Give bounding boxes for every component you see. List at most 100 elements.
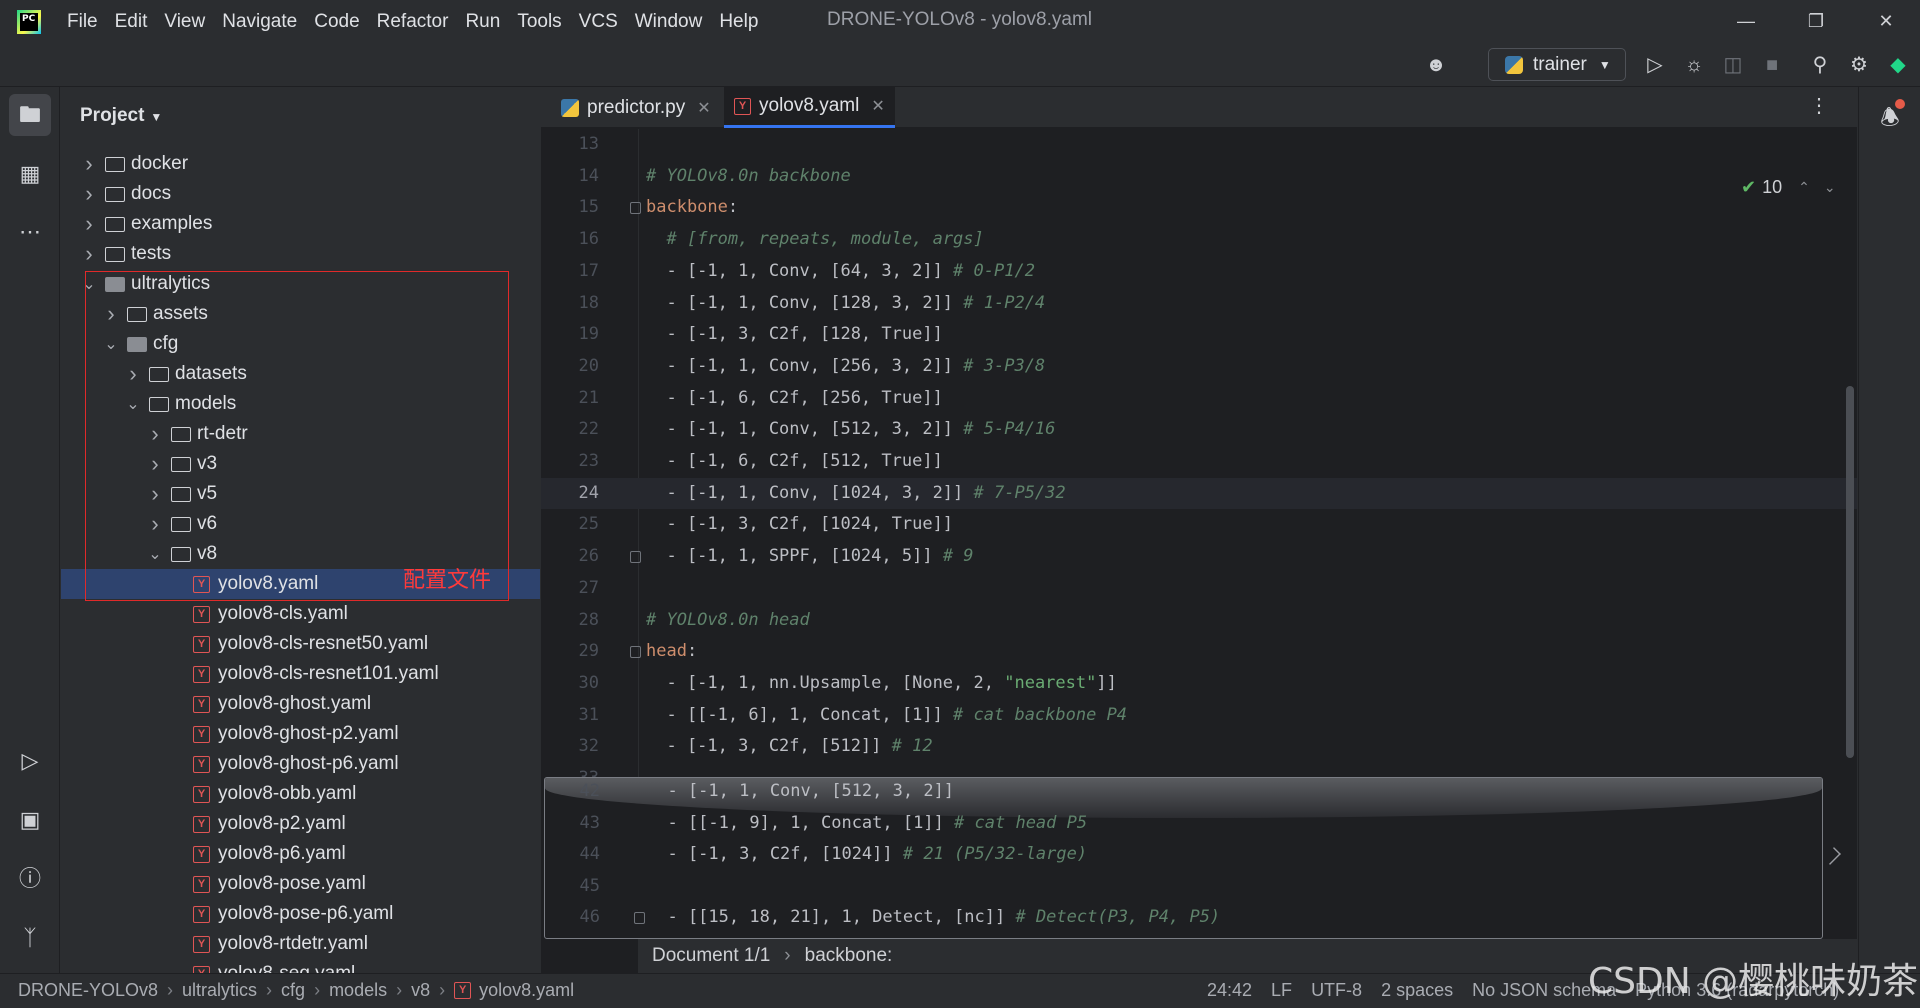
settings-icon[interactable]: ⚙	[1845, 51, 1873, 79]
more-tools-icon[interactable]: ⋯	[9, 211, 51, 253]
more-options-icon[interactable]: ⋮	[1809, 93, 1829, 118]
chevron-right-icon[interactable]: ›	[79, 181, 99, 207]
code-line[interactable]: 31 - [[-1, 6], 1, Concat, [1]] # cat bac…	[541, 700, 1857, 731]
code-line[interactable]: 29 head:	[541, 636, 1857, 667]
code-line[interactable]: 18 - [-1, 1, Conv, [128, 3, 2]] # 1-P2/4	[541, 288, 1857, 319]
status-path-item[interactable]: DRONE-YOLOv8	[18, 980, 158, 1001]
code-line[interactable]: 13	[541, 129, 1857, 160]
close-tab-icon[interactable]: ✕	[697, 98, 710, 118]
menu-help[interactable]: Help	[719, 11, 758, 33]
menu-window[interactable]: Window	[635, 11, 703, 33]
run-config-selector[interactable]: trainer ▼	[1488, 48, 1626, 81]
close-window-icon[interactable]: ✕	[1866, 6, 1906, 36]
inspection-widget[interactable]: ✔ 10 ⌃⌄	[1741, 177, 1850, 198]
tab-predictor[interactable]: predictor.py ✕	[551, 87, 721, 128]
debug-icon[interactable]: ☼	[1680, 51, 1708, 79]
tree-item[interactable]: › tests	[61, 239, 540, 269]
code-line[interactable]: 44 - [-1, 3, C2f, [1024]] # 21 (P5/32-la…	[545, 839, 1822, 870]
tree-item[interactable]: Yyolov8-rtdetr.yaml	[61, 929, 540, 959]
code-line[interactable]: 23 - [-1, 6, C2f, [512, True]]	[541, 446, 1857, 477]
line-separator[interactable]: LF	[1271, 980, 1292, 1001]
fold-marker-icon[interactable]	[634, 912, 645, 924]
restore-icon[interactable]: ❐	[1796, 6, 1836, 36]
fold-marker-icon[interactable]	[630, 551, 641, 564]
code-line[interactable]: 32 - [-1, 3, C2f, [512]] # 12	[541, 731, 1857, 762]
code-line[interactable]: 25 - [-1, 3, C2f, [1024, True]]	[541, 509, 1857, 540]
menu-code[interactable]: Code	[314, 11, 359, 33]
git-icon[interactable]: ᛉ	[9, 917, 51, 959]
menu-file[interactable]: File	[67, 11, 98, 33]
cursor-position[interactable]: 24:42	[1207, 980, 1252, 1001]
fold-marker-icon[interactable]	[630, 202, 641, 215]
navigate-arrows-icon[interactable]: ⌃⌄	[1798, 179, 1849, 196]
code-line[interactable]: 43 - [[-1, 9], 1, Concat, [1]] # cat hea…	[545, 808, 1822, 839]
code-line[interactable]: 42 - [-1, 1, Conv, [512, 3, 2]]	[545, 778, 1822, 807]
structure-icon[interactable]: ▦	[9, 153, 51, 195]
run-icon[interactable]: ▷	[1641, 51, 1669, 79]
breadcrumb-key[interactable]: backbone:	[805, 945, 893, 967]
tree-item[interactable]: Yyolov8-cls-resnet101.yaml	[61, 659, 540, 689]
menu-run[interactable]: Run	[465, 11, 500, 33]
tree-item[interactable]: Yyolov8-ghost-p2.yaml	[61, 719, 540, 749]
chevron-right-icon[interactable]: ›	[79, 211, 99, 237]
file-encoding[interactable]: UTF-8	[1311, 980, 1362, 1001]
coverage-icon[interactable]: ◫	[1719, 51, 1747, 79]
search-icon[interactable]: ⚲	[1806, 51, 1834, 79]
close-tab-icon[interactable]: ✕	[871, 96, 884, 116]
code-line[interactable]: 46 - [[15, 18, 21], 1, Detect, [nc]] # D…	[545, 902, 1822, 933]
tree-item[interactable]: Yyolov8-pose.yaml	[61, 869, 540, 899]
status-path-item[interactable]: models	[329, 980, 387, 1001]
menu-tools[interactable]: Tools	[517, 11, 561, 33]
status-path-item[interactable]: cfg	[281, 980, 305, 1001]
tree-item[interactable]: › docs	[61, 179, 540, 209]
minimize-icon[interactable]: —	[1726, 6, 1766, 36]
stop-icon[interactable]: ■	[1758, 51, 1786, 79]
fold-marker-icon[interactable]	[630, 646, 641, 659]
chevron-right-icon[interactable]: ›	[79, 151, 99, 177]
code-line[interactable]: 14 # YOLOv8.0n backbone	[541, 161, 1857, 192]
code-line[interactable]: 30 - [-1, 1, nn.Upsample, [None, 2, "nea…	[541, 668, 1857, 699]
chevron-right-icon[interactable]: ›	[79, 241, 99, 267]
menu-view[interactable]: View	[164, 11, 205, 33]
tab-yolov8-yaml[interactable]: Y yolov8.yaml ✕	[724, 87, 895, 128]
menu-vcs[interactable]: VCS	[579, 11, 618, 33]
code-line[interactable]: 16 # [from, repeats, module, args]	[541, 224, 1857, 255]
tree-item[interactable]: Yyolov8-cls-resnet50.yaml	[61, 629, 540, 659]
account-icon[interactable]: ☻	[1422, 51, 1450, 79]
status-path-item[interactable]: ultralytics	[182, 980, 257, 1001]
tree-item[interactable]: › docker	[61, 149, 540, 179]
code-line[interactable]: 45	[545, 871, 1822, 902]
menu-refactor[interactable]: Refactor	[377, 11, 449, 33]
code-line[interactable]: 15 backbone:	[541, 192, 1857, 223]
tree-item[interactable]: Yyolov8-seg.yaml	[61, 959, 540, 973]
run-tool-icon[interactable]: ▷	[9, 740, 51, 782]
editor-scrollbar[interactable]	[1846, 386, 1854, 758]
indent-setting[interactable]: 2 spaces	[1381, 980, 1453, 1001]
code-line[interactable]: 24 - [-1, 1, Conv, [1024, 3, 2]] # 7-P5/…	[541, 477, 1857, 509]
breadcrumb-document[interactable]: Document 1/1	[652, 945, 770, 967]
code-line[interactable]: 19 - [-1, 3, C2f, [128, True]]	[541, 319, 1857, 350]
tree-item[interactable]: Yyolov8-p6.yaml	[61, 839, 540, 869]
project-folder-icon[interactable]: 🖿	[9, 94, 51, 136]
tree-item[interactable]: Yyolov8-ghost.yaml	[61, 689, 540, 719]
tree-item[interactable]: Yyolov8-cls.yaml	[61, 599, 540, 629]
problems-icon[interactable]: ⓘ	[9, 858, 51, 900]
tree-item[interactable]: Yyolov8-ghost-p6.yaml	[61, 749, 540, 779]
menu-edit[interactable]: Edit	[115, 11, 148, 33]
tree-item[interactable]: Yyolov8-p2.yaml	[61, 809, 540, 839]
terminal-icon[interactable]: ▣	[9, 799, 51, 841]
code-line[interactable]: 28 # YOLOv8.0n head	[541, 605, 1857, 636]
code-line[interactable]: 17 - [-1, 1, Conv, [64, 3, 2]] # 0-P1/2	[541, 256, 1857, 287]
code-line[interactable]: 27	[541, 573, 1857, 604]
project-header[interactable]: Project ▼	[80, 105, 162, 127]
status-path-item[interactable]: yolov8.yaml	[479, 980, 574, 1001]
tree-item[interactable]: › examples	[61, 209, 540, 239]
status-path-item[interactable]: v8	[411, 980, 430, 1001]
ai-assistant-icon[interactable]: ◆	[1884, 51, 1912, 79]
code-line[interactable]: 26 - [-1, 1, SPPF, [1024, 5]] # 9	[541, 541, 1857, 572]
tree-item[interactable]: Yyolov8-pose-p6.yaml	[61, 899, 540, 929]
code-line[interactable]: 21 - [-1, 6, C2f, [256, True]]	[541, 383, 1857, 414]
menu-navigate[interactable]: Navigate	[222, 11, 297, 33]
code-line[interactable]: 20 - [-1, 1, Conv, [256, 3, 2]] # 3-P3/8	[541, 351, 1857, 382]
tree-item[interactable]: Yyolov8-obb.yaml	[61, 779, 540, 809]
